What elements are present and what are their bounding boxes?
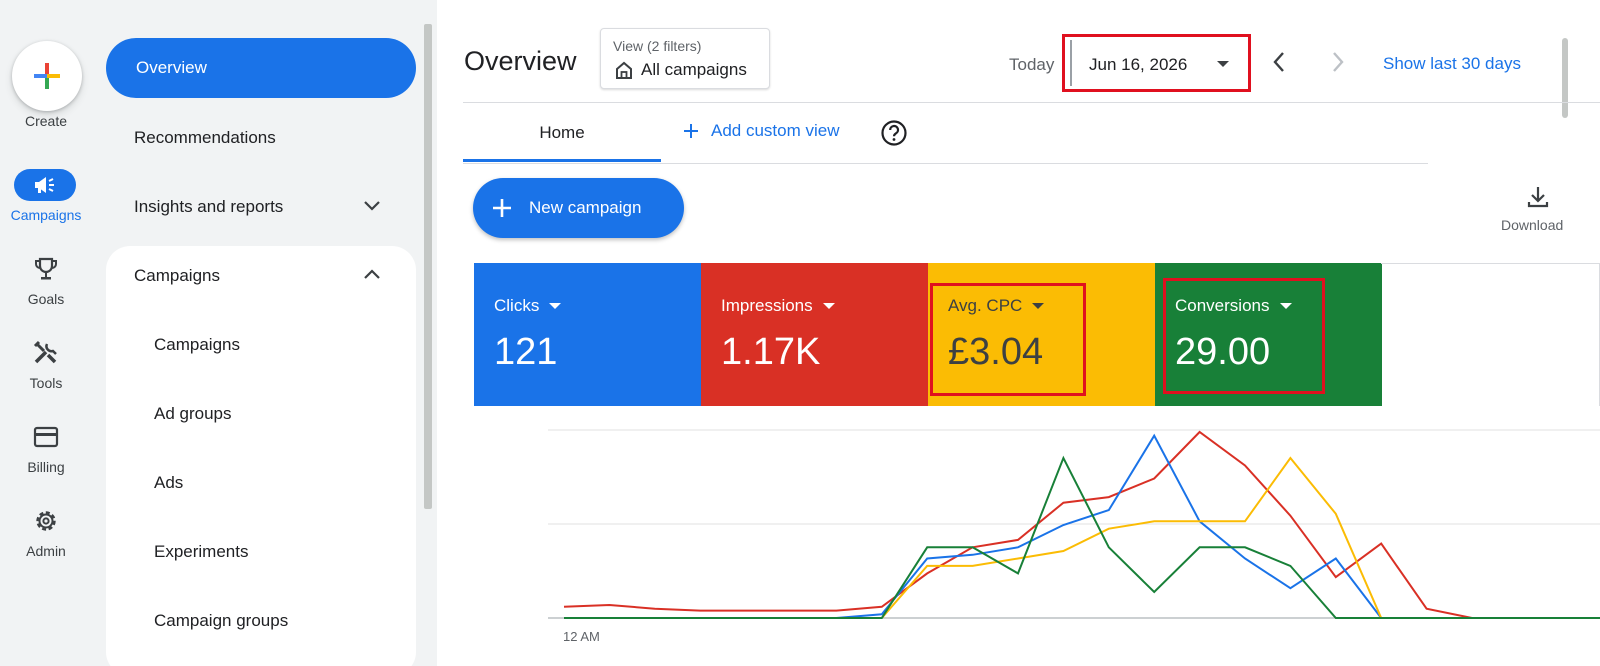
tabs-divider bbox=[463, 163, 1428, 164]
nav-subitem-ad-groups[interactable]: Ad groups bbox=[154, 404, 232, 424]
nav-item-recommendations[interactable]: Recommendations bbox=[134, 128, 276, 148]
chevron-up-icon[interactable] bbox=[362, 266, 382, 282]
metric-card-clicks[interactable]: Clicks 121 bbox=[474, 263, 701, 406]
help-icon[interactable] bbox=[880, 119, 908, 147]
nav-subitem-campaigns[interactable]: Campaigns bbox=[154, 335, 240, 355]
view-name: All campaigns bbox=[641, 60, 747, 79]
download-label: Download bbox=[1501, 217, 1564, 233]
performance-chart-svg bbox=[548, 429, 1600, 619]
rail-billing-label[interactable]: Billing bbox=[0, 459, 92, 475]
trophy-icon bbox=[35, 257, 57, 280]
metric-cards: Clicks 121 Impressions 1.17K Avg. CPC £3… bbox=[474, 263, 1600, 406]
new-campaign-button[interactable]: New campaign bbox=[473, 178, 684, 238]
download-icon bbox=[1527, 187, 1549, 208]
nav-subitem-campaign-groups[interactable]: Campaign groups bbox=[154, 611, 288, 631]
view-filters-label: View (2 filters) bbox=[613, 38, 702, 54]
chevron-down-icon[interactable] bbox=[362, 198, 382, 214]
metric-clicks-label[interactable]: Clicks bbox=[494, 296, 562, 316]
plus-multicolor-icon bbox=[34, 63, 60, 89]
metric-clicks-value: 121 bbox=[494, 331, 558, 373]
performance-chart: 12 AM bbox=[474, 406, 1600, 666]
nav-item-overview[interactable]: Overview bbox=[106, 38, 416, 98]
dropdown-caret-icon bbox=[822, 303, 835, 309]
add-custom-view-label: Add custom view bbox=[711, 121, 840, 140]
highlight-conversions bbox=[1163, 278, 1325, 394]
date-picker-divider bbox=[1070, 40, 1072, 86]
today-label: Today bbox=[1009, 55, 1055, 74]
empty-metric-slot bbox=[1381, 263, 1600, 406]
main-content: Overview View (2 filters) All campaigns … bbox=[437, 0, 1600, 666]
dropdown-caret-icon bbox=[549, 303, 562, 309]
rail-admin-button[interactable] bbox=[28, 506, 64, 536]
plus-icon bbox=[684, 124, 698, 138]
metric-impressions-label[interactable]: Impressions bbox=[721, 296, 835, 316]
page-title: Overview bbox=[464, 46, 577, 76]
show-last-30-days-link[interactable]: Show last 30 days bbox=[1383, 54, 1521, 74]
page-scrollbar[interactable] bbox=[1562, 38, 1568, 118]
left-rail: Create Campaigns Goals Tools Billing Adm… bbox=[0, 0, 92, 666]
series-line-clicks bbox=[564, 433, 1600, 619]
chevron-left-icon[interactable] bbox=[1271, 50, 1287, 74]
x-tick-label: 12 AM bbox=[563, 629, 600, 644]
nav-panel: Overview Recommendations Insights and re… bbox=[92, 0, 437, 666]
date-picker[interactable]: Jun 16, 2026 bbox=[1062, 34, 1251, 92]
tools-icon bbox=[33, 340, 57, 364]
series-line-impressions bbox=[563, 430, 1600, 619]
chevron-right-icon[interactable] bbox=[1330, 50, 1346, 74]
tab-home[interactable]: Home bbox=[463, 104, 661, 162]
rail-admin-label[interactable]: Admin bbox=[0, 543, 92, 559]
credit-card-icon bbox=[33, 426, 59, 448]
plus-icon bbox=[493, 199, 511, 217]
nav-item-insights[interactable]: Insights and reports bbox=[134, 197, 283, 217]
series-line-conversions bbox=[564, 455, 1600, 619]
rail-campaigns-label[interactable]: Campaigns bbox=[0, 207, 92, 223]
rail-tools-button[interactable] bbox=[28, 338, 64, 368]
create-button[interactable] bbox=[12, 41, 82, 111]
megaphone-icon bbox=[35, 177, 54, 193]
rail-tools-label[interactable]: Tools bbox=[0, 375, 92, 391]
home-icon bbox=[616, 61, 632, 79]
add-custom-view-button[interactable]: Add custom view bbox=[683, 121, 840, 141]
metric-impressions-value: 1.17K bbox=[721, 331, 821, 373]
dropdown-caret-icon bbox=[1217, 61, 1229, 67]
metric-card-impressions[interactable]: Impressions 1.17K bbox=[701, 263, 928, 406]
metric-impressions-name: Impressions bbox=[721, 296, 813, 315]
app-root: Create Campaigns Goals Tools Billing Adm… bbox=[0, 0, 1600, 666]
metric-clicks-name: Clicks bbox=[494, 296, 540, 315]
nav-item-campaigns-header[interactable]: Campaigns bbox=[134, 266, 220, 286]
rail-goals-button[interactable] bbox=[28, 254, 64, 284]
header-divider bbox=[463, 102, 1600, 103]
gear-icon bbox=[36, 511, 56, 531]
nav-subitem-experiments[interactable]: Experiments bbox=[154, 542, 248, 562]
nav-scrollbar[interactable] bbox=[424, 24, 432, 509]
rail-billing-button[interactable] bbox=[28, 422, 64, 452]
new-campaign-label: New campaign bbox=[529, 198, 642, 217]
series-line-avg-cpc bbox=[564, 456, 1600, 619]
campaigns-section: Campaigns Campaigns Ad groups Ads Experi… bbox=[106, 246, 416, 666]
view-selector[interactable]: View (2 filters) All campaigns bbox=[600, 28, 770, 89]
nav-subitem-ads[interactable]: Ads bbox=[154, 473, 183, 493]
rail-goals-label[interactable]: Goals bbox=[0, 291, 92, 307]
create-label: Create bbox=[24, 113, 68, 129]
highlight-avg-cpc bbox=[930, 283, 1086, 396]
rail-campaigns-button[interactable] bbox=[14, 169, 76, 201]
date-value: Jun 16, 2026 bbox=[1089, 55, 1188, 74]
